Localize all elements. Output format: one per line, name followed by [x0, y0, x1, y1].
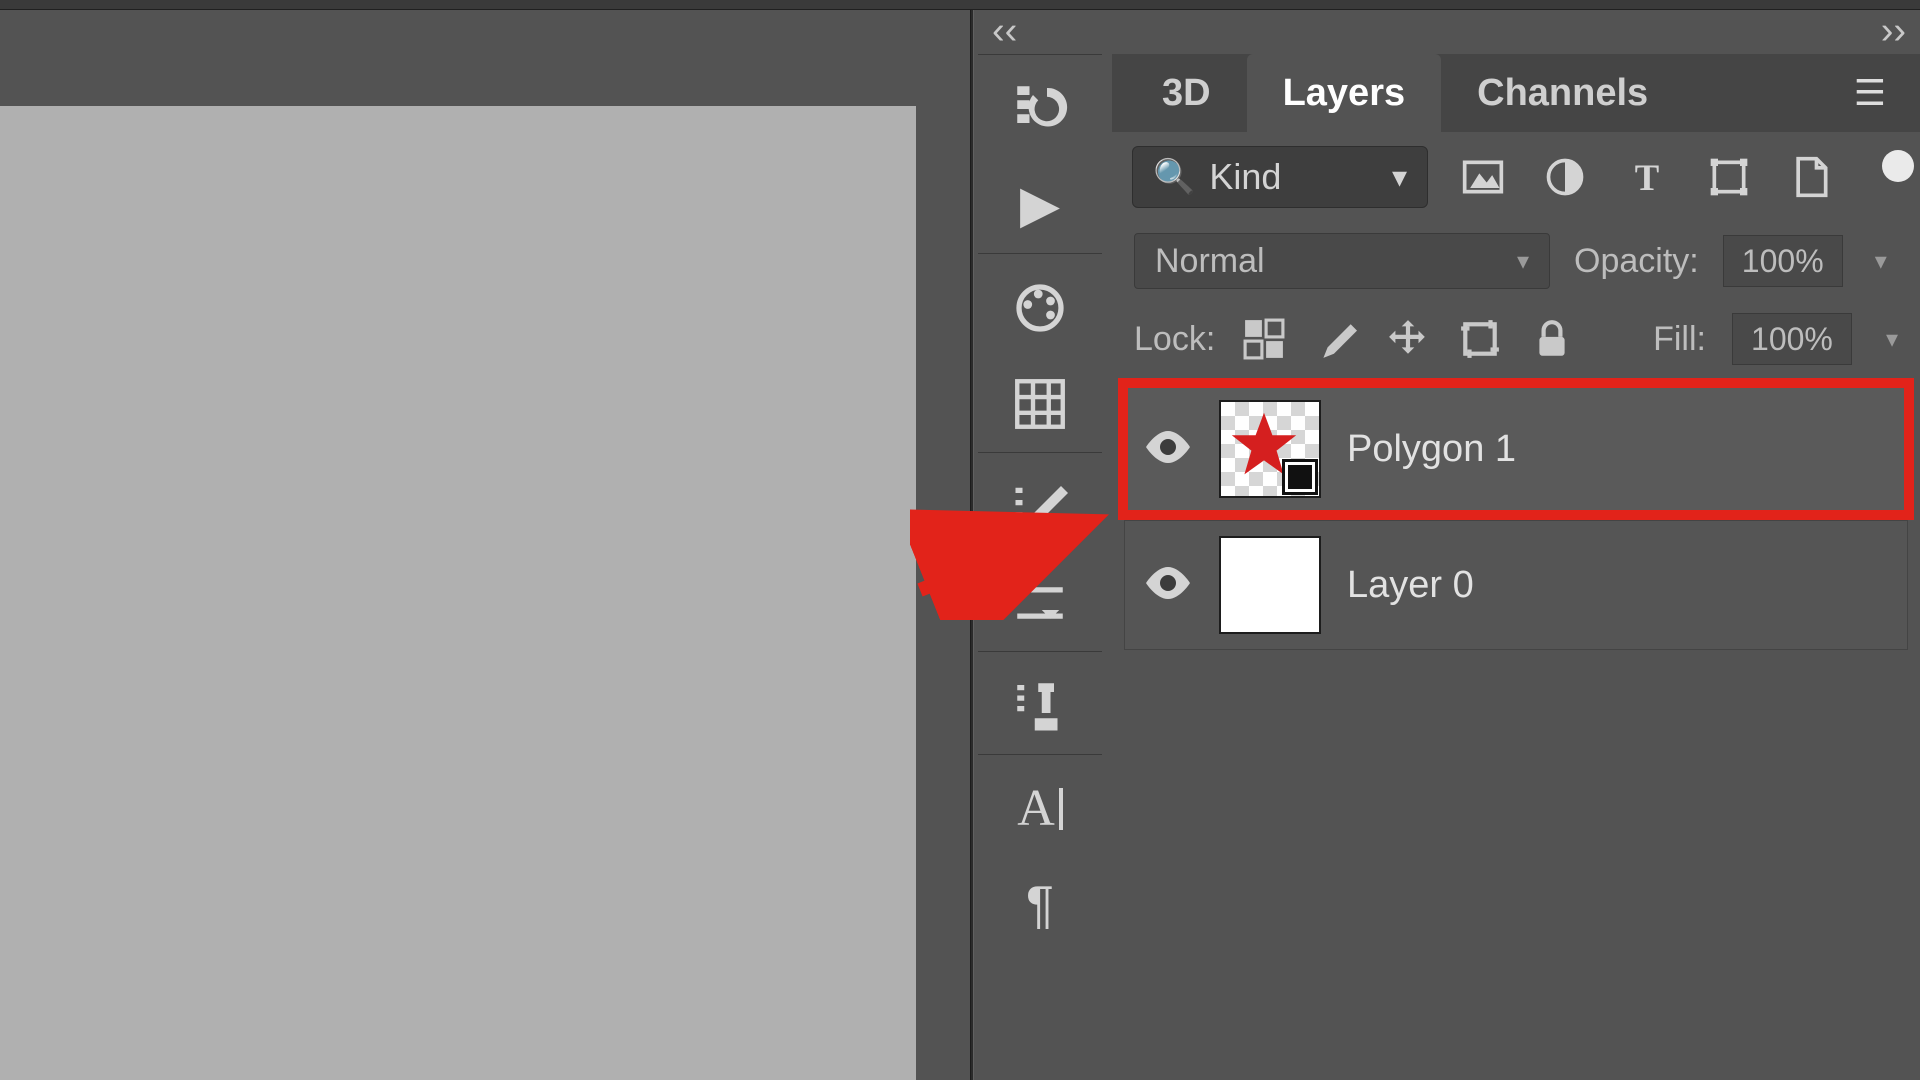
- actions-panel-icon[interactable]: ▶: [978, 157, 1102, 253]
- panel-tabs: 3D Layers Channels ☰: [1112, 54, 1920, 132]
- layer-row-layer0[interactable]: Layer 0: [1124, 520, 1908, 650]
- lock-artboard-icon[interactable]: [1457, 316, 1503, 362]
- chevron-down-icon: ▾: [1392, 160, 1407, 195]
- filter-kind-dropdown[interactable]: 🔍 Kind ▾: [1132, 146, 1428, 208]
- tab-3d[interactable]: 3D: [1126, 54, 1247, 132]
- dock-divider[interactable]: [970, 10, 974, 1080]
- group-label: [978, 253, 1102, 260]
- filter-smartobject-icon[interactable]: [1784, 150, 1838, 204]
- lock-label: Lock:: [1134, 320, 1215, 359]
- visibility-toggle-icon[interactable]: [1143, 425, 1193, 473]
- lock-position-icon[interactable]: [1385, 316, 1431, 362]
- filter-type-icon[interactable]: T: [1620, 150, 1674, 204]
- swatches-panel-icon[interactable]: [978, 260, 1102, 356]
- opacity-input[interactable]: 100%: [1723, 235, 1843, 287]
- filter-pixel-icon[interactable]: [1456, 150, 1510, 204]
- opacity-label: Opacity:: [1574, 242, 1699, 281]
- properties-panel-icon[interactable]: [978, 356, 1102, 452]
- app-topbar: [0, 0, 1920, 10]
- shape-layer-badge-icon: [1285, 462, 1315, 492]
- tab-layers[interactable]: Layers: [1247, 54, 1442, 132]
- filter-shape-icon[interactable]: [1702, 150, 1756, 204]
- blend-row: Normal ▾ Opacity: 100% ▾: [1112, 222, 1920, 300]
- blend-mode-value: Normal: [1155, 242, 1265, 281]
- character-panel-icon[interactable]: A: [978, 761, 1102, 857]
- history-panel-icon[interactable]: [978, 61, 1102, 157]
- svg-text:T: T: [1635, 157, 1659, 198]
- document-canvas[interactable]: [0, 106, 916, 1080]
- fill-value: 100%: [1751, 321, 1833, 358]
- brushes-panel-icon[interactable]: [978, 459, 1102, 555]
- chevron-down-icon[interactable]: ▾: [1878, 325, 1898, 354]
- group-label: [978, 651, 1102, 658]
- filter-adjustment-icon[interactable]: [1538, 150, 1592, 204]
- adjustments-panel-icon[interactable]: [978, 555, 1102, 651]
- filter-toggle-switch[interactable]: [1882, 150, 1914, 182]
- group-label: [978, 754, 1102, 761]
- layer-name[interactable]: Polygon 1: [1347, 428, 1516, 471]
- search-icon: 🔍: [1153, 157, 1195, 197]
- collapse-dock-icon[interactable]: ‹‹: [992, 10, 1017, 53]
- group-label: [978, 54, 1102, 61]
- layer-thumbnail[interactable]: [1219, 400, 1321, 498]
- visibility-toggle-icon[interactable]: [1143, 561, 1193, 609]
- layers-panel: 3D Layers Channels ☰ 🔍 Kind ▾ T Normal: [1112, 54, 1920, 668]
- layer-filter-row: 🔍 Kind ▾ T: [1112, 132, 1920, 222]
- lock-transparency-icon[interactable]: [1241, 316, 1287, 362]
- layer-row-polygon1[interactable]: Polygon 1: [1124, 384, 1908, 514]
- paragraph-panel-icon[interactable]: ¶: [978, 857, 1102, 953]
- panel-menu-icon[interactable]: ☰: [1854, 72, 1920, 114]
- fill-label: Fill:: [1653, 320, 1706, 359]
- fill-input[interactable]: 100%: [1732, 313, 1852, 365]
- expand-dock-icon[interactable]: ››: [1881, 10, 1906, 53]
- opacity-value: 100%: [1742, 243, 1824, 280]
- tab-channels[interactable]: Channels: [1441, 54, 1684, 132]
- lock-all-icon[interactable]: [1529, 316, 1575, 362]
- chevron-down-icon: ▾: [1509, 247, 1529, 276]
- chevron-down-icon[interactable]: ▾: [1867, 247, 1887, 276]
- layers-list: Polygon 1 Layer 0: [1112, 378, 1920, 668]
- collapsed-panels-column: ▶ A ¶: [978, 54, 1102, 953]
- filter-kind-label: Kind: [1209, 156, 1378, 198]
- layer-name[interactable]: Layer 0: [1347, 564, 1474, 607]
- dock-expander-bar: ‹‹ ››: [978, 12, 1920, 50]
- layer-thumbnail[interactable]: [1219, 536, 1321, 634]
- group-label: [978, 452, 1102, 459]
- blend-mode-dropdown[interactable]: Normal ▾: [1134, 233, 1550, 289]
- clone-source-panel-icon[interactable]: [978, 658, 1102, 754]
- lock-row: Lock: Fill: 100% ▾: [1112, 300, 1920, 378]
- lock-pixels-icon[interactable]: [1313, 316, 1359, 362]
